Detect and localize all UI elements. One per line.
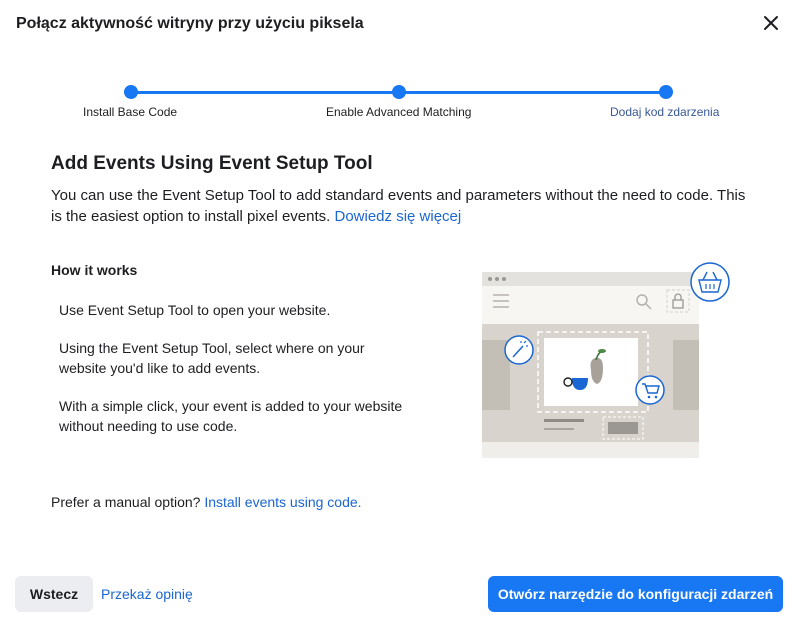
event-setup-illustration <box>478 262 734 460</box>
section-heading: Add Events Using Event Setup Tool <box>51 153 373 174</box>
install-with-code-link[interactable]: Install events using code. <box>204 494 361 510</box>
manual-prompt: Prefer a manual option? <box>51 494 201 510</box>
step-label-2: Enable Advanced Matching <box>326 105 472 119</box>
feedback-link[interactable]: Przekaż opinię <box>101 586 193 602</box>
cart-icon <box>635 375 665 405</box>
step-dot-3 <box>659 85 673 99</box>
dialog-title: Połącz aktywność witryny przy użyciu pik… <box>16 15 364 32</box>
progress-stepper: Install Base Code Enable Advanced Matchi… <box>0 80 799 130</box>
back-button[interactable]: Wstecz <box>15 576 93 612</box>
how-it-works-title: How it works <box>51 262 138 278</box>
magic-wand-icon <box>504 335 534 365</box>
how-step-1: Use Event Setup Tool to open your websit… <box>59 302 331 318</box>
open-event-setup-tool-button[interactable]: Otwórz narzędzie do konfiguracji zdarzeń <box>488 576 783 612</box>
dialog: Połącz aktywność witryny przy użyciu pik… <box>0 0 799 619</box>
basket-icon <box>690 262 730 302</box>
step-dot-1 <box>124 85 138 99</box>
step-dot-2 <box>392 85 406 99</box>
manual-option: Prefer a manual option? Install events u… <box>51 494 362 510</box>
how-step-2: Using the Event Setup Tool, select where… <box>59 340 365 376</box>
close-icon[interactable] <box>760 12 782 34</box>
step-label-1: Install Base Code <box>83 105 178 119</box>
step-label-3: Dodaj kod zdarzenia <box>610 105 720 119</box>
learn-more-link[interactable]: Dowiedz się więcej <box>335 208 462 225</box>
how-step-3: With a simple click, your event is added… <box>59 398 403 434</box>
section-description: You can use the Event Setup Tool to add … <box>51 185 751 227</box>
